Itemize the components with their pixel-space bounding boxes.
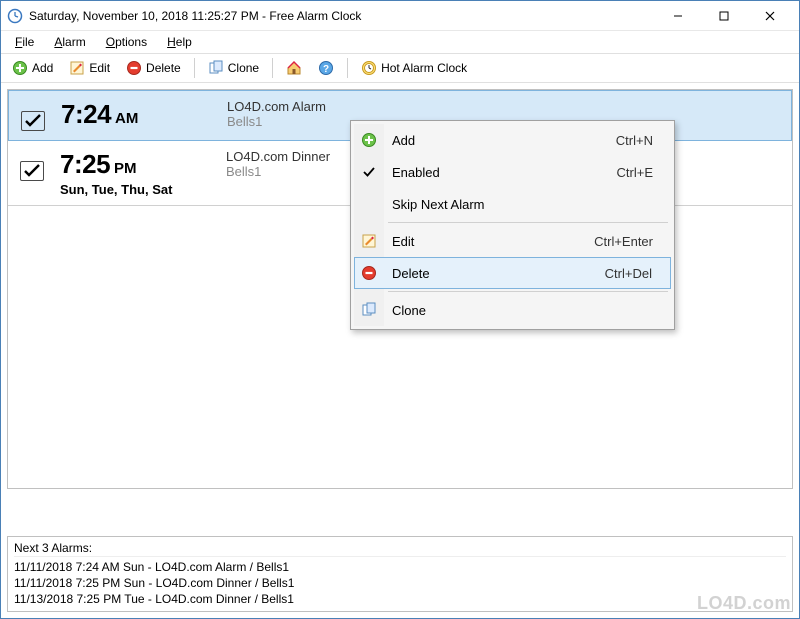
ctx-skip-label: Skip Next Alarm xyxy=(392,197,484,212)
edit-icon xyxy=(361,233,377,249)
alarm-name: LO4D.com Alarm xyxy=(227,99,779,114)
ctx-enabled[interactable]: Enabled Ctrl+E xyxy=(354,156,671,188)
clone-icon xyxy=(208,60,224,76)
home-icon xyxy=(286,60,302,76)
ctx-add[interactable]: Add Ctrl+N xyxy=(354,124,671,156)
alarm-ampm: AM xyxy=(115,110,138,127)
next-alarms-panel: Next 3 Alarms: 11/11/2018 7:24 AM Sun - … xyxy=(7,536,793,612)
toolbar-clone-label: Clone xyxy=(228,61,259,75)
help-icon: ? xyxy=(318,60,334,76)
ctx-clone-label: Clone xyxy=(392,303,426,318)
toolbar-edit-button[interactable]: Edit xyxy=(62,57,117,79)
maximize-button[interactable] xyxy=(701,1,747,31)
menu-options[interactable]: Options xyxy=(96,33,157,51)
menu-alarm[interactable]: Alarm xyxy=(44,33,95,51)
next-alarms-title: Next 3 Alarms: xyxy=(14,541,786,557)
alarm-enabled-checkbox[interactable] xyxy=(21,111,45,131)
menu-file[interactable]: File xyxy=(5,33,44,51)
toolbar-delete-button[interactable]: Delete xyxy=(119,57,188,79)
alarm-time: 7:25 xyxy=(60,149,110,179)
toolbar-separator xyxy=(347,58,348,78)
alarm-enabled-checkbox[interactable] xyxy=(20,161,44,181)
edit-icon xyxy=(69,60,85,76)
ctx-edit[interactable]: Edit Ctrl+Enter xyxy=(354,225,671,257)
ctx-add-shortcut: Ctrl+N xyxy=(616,133,661,148)
toolbar-add-label: Add xyxy=(32,61,53,75)
title-bar: Saturday, November 10, 2018 11:25:27 PM … xyxy=(1,1,799,31)
context-menu-separator xyxy=(388,291,668,292)
menu-bar: File Alarm Options Help xyxy=(1,31,799,53)
svg-text:?: ? xyxy=(323,64,329,75)
alarm-days: Sun, Tue, Thu, Sat xyxy=(60,182,210,197)
ctx-add-label: Add xyxy=(392,133,415,148)
clone-icon xyxy=(361,302,377,318)
ctx-delete[interactable]: Delete Ctrl+Del xyxy=(354,257,671,289)
toolbar: Add Edit Delete Clone ? Hot Alarm Clock xyxy=(1,53,799,83)
toolbar-hot-button[interactable]: Hot Alarm Clock xyxy=(354,57,474,79)
context-menu-separator xyxy=(388,222,668,223)
add-icon xyxy=(12,60,28,76)
window-title: Saturday, November 10, 2018 11:25:27 PM … xyxy=(29,9,655,23)
next-alarm-line: 11/13/2018 7:25 PM Tue - LO4D.com Dinner… xyxy=(14,591,786,607)
ctx-enabled-shortcut: Ctrl+E xyxy=(617,165,661,180)
toolbar-help-button[interactable]: ? xyxy=(311,57,341,79)
ctx-edit-shortcut: Ctrl+Enter xyxy=(594,234,661,249)
toolbar-edit-label: Edit xyxy=(89,61,110,75)
close-button[interactable] xyxy=(747,1,793,31)
minimize-button[interactable] xyxy=(655,1,701,31)
toolbar-delete-label: Delete xyxy=(146,61,181,75)
toolbar-clone-button[interactable]: Clone xyxy=(201,57,266,79)
alarm-ampm: PM xyxy=(114,160,137,177)
app-window: Saturday, November 10, 2018 11:25:27 PM … xyxy=(0,0,800,619)
ctx-delete-label: Delete xyxy=(392,266,430,281)
toolbar-separator xyxy=(272,58,273,78)
toolbar-home-button[interactable] xyxy=(279,57,309,79)
alarm-time-block: 7:24AM xyxy=(61,99,211,132)
ctx-delete-shortcut: Ctrl+Del xyxy=(605,266,660,281)
hot-clock-icon xyxy=(361,60,377,76)
toolbar-separator xyxy=(194,58,195,78)
menu-help[interactable]: Help xyxy=(157,33,202,51)
next-alarm-line: 11/11/2018 7:24 AM Sun - LO4D.com Alarm … xyxy=(14,559,786,575)
next-alarm-line: 11/11/2018 7:25 PM Sun - LO4D.com Dinner… xyxy=(14,575,786,591)
add-icon xyxy=(361,132,377,148)
check-icon xyxy=(361,164,377,180)
toolbar-hot-label: Hot Alarm Clock xyxy=(381,61,467,75)
ctx-skip[interactable]: Skip Next Alarm xyxy=(354,188,671,220)
alarm-time: 7:24 xyxy=(61,99,111,129)
app-clock-icon xyxy=(7,8,23,24)
delete-icon xyxy=(361,265,377,281)
window-controls xyxy=(655,1,793,31)
toolbar-add-button[interactable]: Add xyxy=(5,57,60,79)
context-menu: Add Ctrl+N Enabled Ctrl+E Skip Next Alar… xyxy=(350,120,675,330)
alarm-time-block: 7:25PM Sun, Tue, Thu, Sat xyxy=(60,149,210,197)
delete-icon xyxy=(126,60,142,76)
ctx-edit-label: Edit xyxy=(392,234,414,249)
ctx-clone[interactable]: Clone xyxy=(354,294,671,326)
ctx-enabled-label: Enabled xyxy=(392,165,440,180)
